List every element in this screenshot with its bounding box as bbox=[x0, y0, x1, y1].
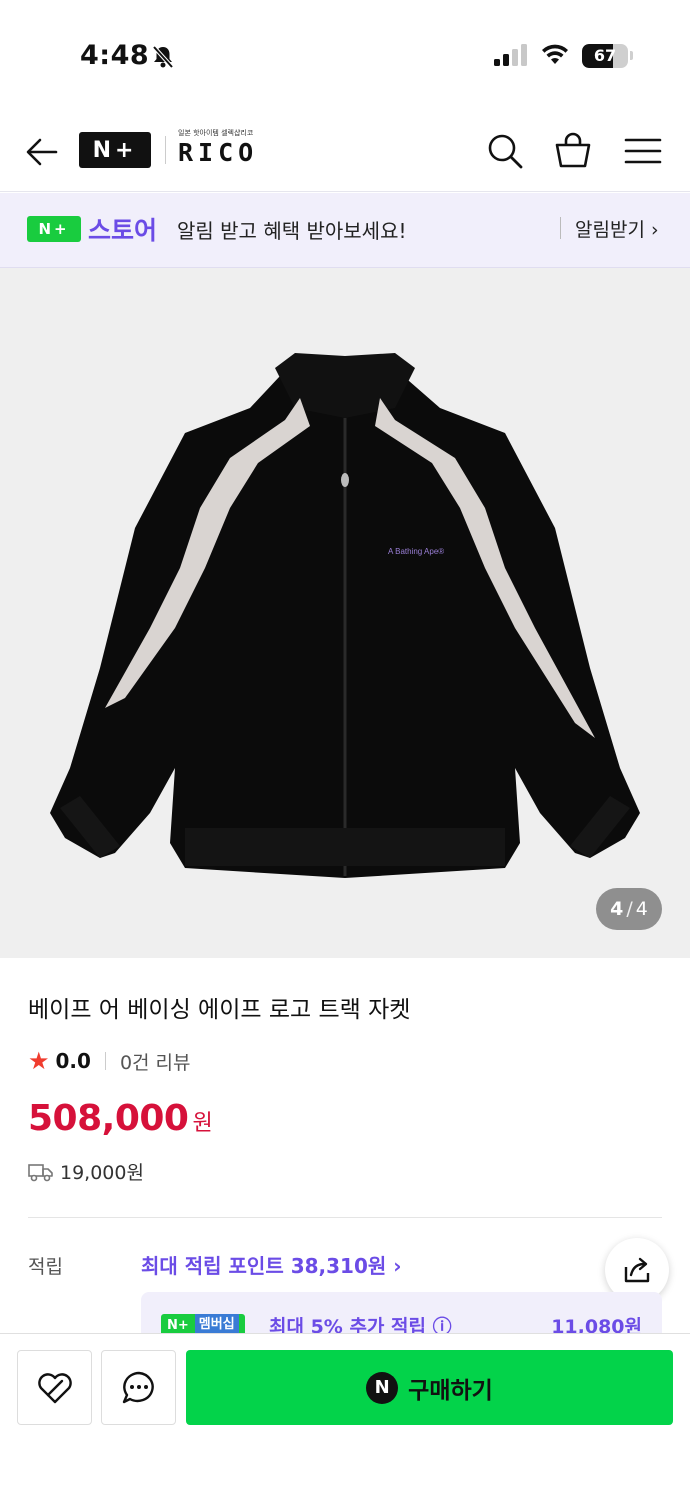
naver-pay-icon: N bbox=[366, 1371, 399, 1404]
status-time: 4:48 bbox=[80, 40, 150, 71]
nplus-badge: N+ bbox=[27, 216, 81, 242]
status-bar: 4:48 67 bbox=[0, 0, 690, 110]
battery-percent: 67 bbox=[593, 46, 617, 65]
section-divider bbox=[28, 1217, 662, 1218]
promo-store-label: 스토어 bbox=[88, 216, 158, 245]
promo-divider bbox=[560, 217, 561, 239]
search-button[interactable] bbox=[484, 130, 526, 172]
price-currency: 원 bbox=[192, 1111, 213, 1136]
promo-message: 알림 받고 혜택 받아보세요! bbox=[177, 219, 407, 243]
menu-icon bbox=[624, 138, 662, 164]
delivery-truck-icon bbox=[28, 1163, 53, 1181]
wishlist-button[interactable] bbox=[17, 1350, 92, 1425]
image-counter-current: 4 bbox=[610, 898, 624, 920]
store-logo[interactable]: 일본 핫아이템 셀렉샵리코 RICO bbox=[178, 128, 268, 172]
cart-icon bbox=[555, 132, 591, 168]
battery-tip bbox=[630, 51, 633, 60]
bell-muted-icon bbox=[152, 45, 174, 69]
notification-promo-banner[interactable]: N+ 스토어 알림 받고 혜택 받아보세요! 알림받기 › bbox=[0, 193, 690, 268]
max-points-link[interactable]: 최대 적립 포인트 38,310원 › bbox=[141, 1250, 401, 1279]
price-amount: 508,000 bbox=[28, 1098, 189, 1139]
buy-now-button[interactable]: N 구매하기 bbox=[186, 1350, 673, 1425]
battery-indicator: 67 bbox=[582, 44, 628, 68]
product-title: 베이프 어 베이싱 에이프 로고 트랙 자켓 bbox=[28, 997, 411, 1023]
points-label: 적립 bbox=[28, 1256, 63, 1278]
review-count-link[interactable]: 0건 리뷰 bbox=[120, 1048, 191, 1075]
membership-badge-nplus: N+ bbox=[167, 1317, 189, 1333]
rating-divider bbox=[104, 1052, 106, 1070]
heart-icon bbox=[37, 1372, 72, 1403]
back-arrow-icon bbox=[26, 138, 58, 166]
image-counter-total: 4 bbox=[635, 898, 648, 920]
rating-score: 0.0 bbox=[55, 1049, 91, 1073]
wifi-icon bbox=[542, 44, 568, 64]
chat-bubble-icon bbox=[122, 1371, 154, 1403]
store-header: N+ 일본 핫아이템 셀렉샵리코 RICO bbox=[0, 110, 690, 192]
menu-button[interactable] bbox=[622, 130, 664, 172]
bottom-action-bar: N 구매하기 bbox=[0, 1333, 690, 1500]
cart-button[interactable] bbox=[552, 130, 594, 172]
jacket-print-text: A Bathing Ape® bbox=[388, 547, 444, 556]
store-tagline: 일본 핫아이템 셀렉샵리코 bbox=[178, 129, 254, 137]
search-icon bbox=[488, 134, 523, 169]
rating-row[interactable]: ★ 0.0 0건 리뷰 bbox=[28, 1046, 191, 1076]
talk-button[interactable] bbox=[101, 1350, 176, 1425]
logo-divider bbox=[165, 136, 166, 164]
price-row: 508,000 원 bbox=[28, 1098, 213, 1139]
store-name: RICO bbox=[178, 138, 259, 167]
star-icon: ★ bbox=[28, 1047, 50, 1075]
subscribe-alarm-link[interactable]: 알림받기 › bbox=[575, 215, 659, 242]
back-button[interactable] bbox=[22, 132, 62, 172]
product-image-gallery[interactable]: A Bathing Ape® 4 / 4 bbox=[0, 268, 690, 958]
buy-now-label: 구매하기 bbox=[408, 1377, 493, 1404]
image-counter-slash: / bbox=[626, 898, 633, 920]
image-counter: 4 / 4 bbox=[596, 888, 662, 930]
nplus-home-logo[interactable]: N+ bbox=[79, 132, 151, 168]
signal-icon bbox=[494, 44, 527, 66]
shipping-row: 19,000원 bbox=[28, 1158, 144, 1185]
share-icon bbox=[624, 1257, 650, 1283]
shipping-fee: 19,000원 bbox=[60, 1162, 144, 1184]
product-image: A Bathing Ape® bbox=[50, 353, 640, 878]
